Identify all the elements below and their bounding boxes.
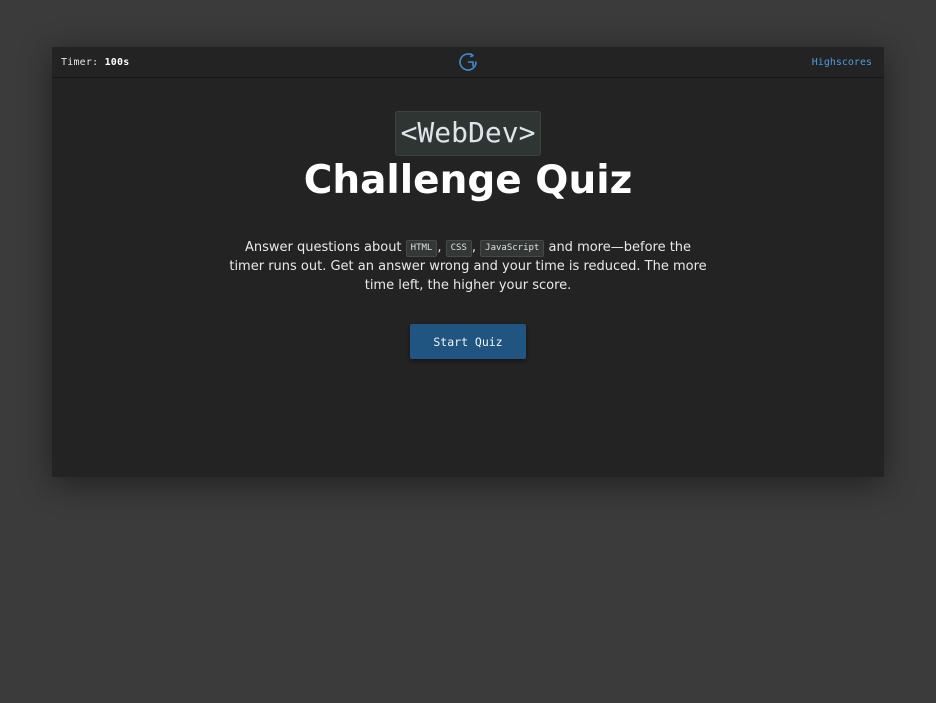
start-quiz-button[interactable]: Start Quiz [410,324,526,359]
timer-label: Timer: [61,56,99,68]
page-title: Challenge Quiz [303,158,633,203]
webdev-brand-badge: <WebDev> [394,111,542,156]
description-sep-1: , [437,240,446,255]
description-intro: Answer questions about [244,240,406,255]
code-css: CSS [445,240,472,257]
main-content: <WebDev> Challenge Quiz Answer questions… [52,111,884,359]
timer-value: 100s [104,56,130,68]
top-bar: Timer: 100s Highscores [52,47,884,78]
quiz-description: Answer questions about HTML, CSS, JavaSc… [228,238,708,295]
highscores-link[interactable]: Highscores [812,57,872,68]
description-sep-2: , [471,240,481,255]
refresh-g-logo-icon[interactable] [458,52,478,72]
code-html: HTML [405,240,438,257]
code-javascript: JavaScript [480,240,545,257]
quiz-card: Timer: 100s Highscores <WebDev> Challeng… [52,47,884,477]
timer-display: Timer: 100s [61,57,129,68]
